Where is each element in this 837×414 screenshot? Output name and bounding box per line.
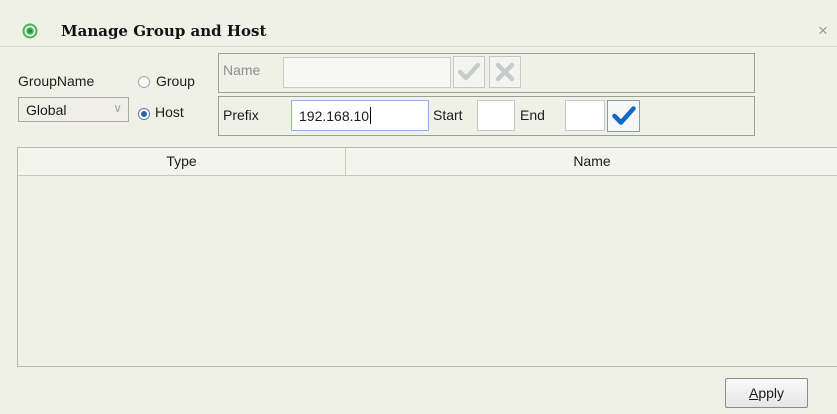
radio-group-label[interactable]: Group bbox=[156, 73, 195, 89]
apply-button[interactable]: Apply bbox=[725, 378, 808, 408]
end-input[interactable] bbox=[565, 100, 605, 131]
window-title: Manage Group and Host bbox=[61, 22, 267, 40]
end-label: End bbox=[520, 107, 545, 123]
name-label: Name bbox=[223, 62, 261, 78]
table-header: Type Name bbox=[18, 148, 837, 176]
group-name-label: GroupName bbox=[18, 73, 95, 89]
group-name-select[interactable]: Global ∨ bbox=[18, 97, 129, 122]
radio-group[interactable] bbox=[138, 76, 150, 88]
prefix-input[interactable]: 192.168.10 bbox=[291, 100, 429, 131]
start-input[interactable] bbox=[477, 100, 515, 131]
radio-host[interactable] bbox=[138, 108, 150, 120]
name-input[interactable] bbox=[283, 57, 451, 88]
cancel-name-button[interactable] bbox=[489, 56, 521, 88]
radio-host-label[interactable]: Host bbox=[155, 104, 184, 120]
column-header-type[interactable]: Type bbox=[18, 148, 345, 175]
apply-label: Apply bbox=[748, 385, 785, 401]
text-caret bbox=[370, 107, 372, 124]
check-icon bbox=[458, 63, 480, 81]
prefix-value: 192.168.10 bbox=[299, 107, 372, 124]
close-icon[interactable]: × bbox=[818, 22, 828, 39]
x-icon bbox=[495, 62, 515, 82]
confirm-name-button[interactable] bbox=[453, 56, 485, 88]
chevron-down-icon: ∨ bbox=[113, 101, 122, 115]
prefix-label: Prefix bbox=[223, 107, 259, 123]
start-label: Start bbox=[433, 107, 463, 123]
confirm-range-button[interactable] bbox=[607, 100, 640, 132]
check-icon bbox=[611, 106, 636, 125]
app-icon bbox=[22, 23, 38, 39]
column-header-name[interactable]: Name bbox=[346, 148, 837, 175]
group-host-table[interactable]: Type Name bbox=[17, 147, 837, 367]
group-name-value: Global bbox=[26, 102, 67, 118]
